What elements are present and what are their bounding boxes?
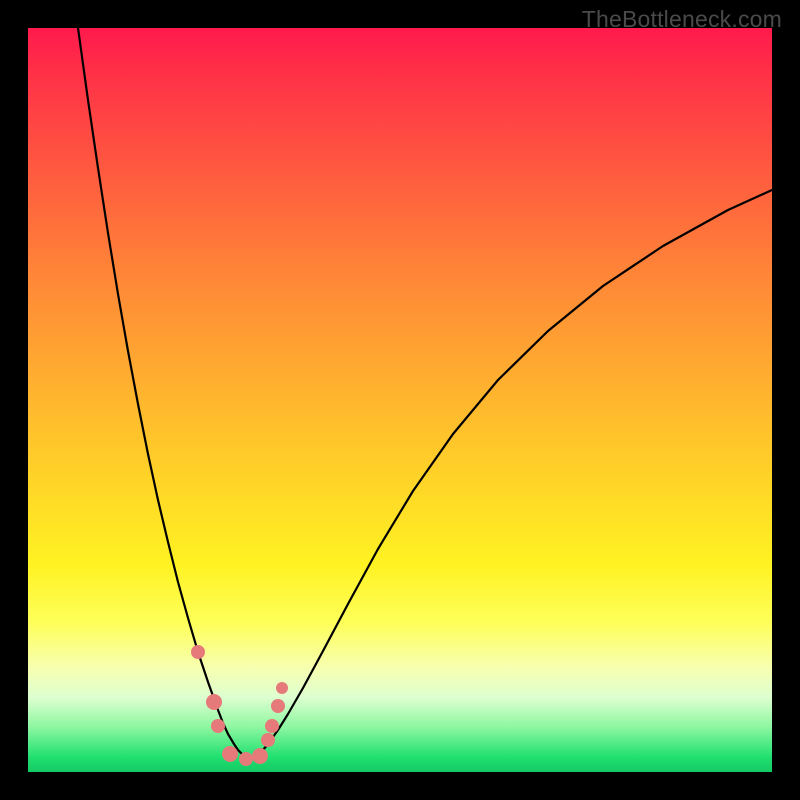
curve-marker [222, 746, 238, 762]
curve-marker [239, 752, 253, 766]
bottleneck-curve [78, 28, 772, 757]
curve-marker [211, 719, 225, 733]
curve-marker [191, 645, 205, 659]
curve-marker [265, 719, 279, 733]
curve-marker [271, 699, 285, 713]
chart-area [28, 28, 772, 772]
curve-marker [252, 748, 268, 764]
curve-markers [191, 645, 288, 766]
bottleneck-curve-plot [28, 28, 772, 772]
curve-marker [276, 682, 288, 694]
attribution-watermark: TheBottleneck.com [582, 6, 782, 33]
curve-marker [206, 694, 222, 710]
curve-marker [261, 733, 275, 747]
